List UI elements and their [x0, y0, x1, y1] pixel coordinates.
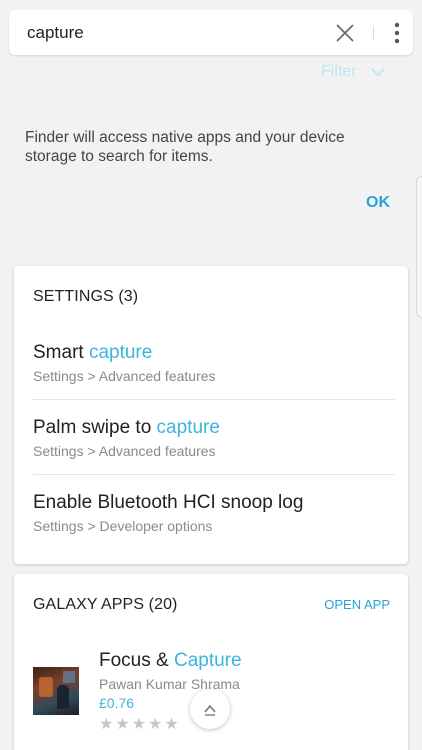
result-subtitle: Settings > Advanced features — [33, 443, 216, 459]
app-thumbnail[interactable] — [33, 667, 79, 715]
result-title: Smart capture — [33, 342, 395, 364]
edge-panel-handle[interactable] — [416, 176, 422, 318]
search-bar-divider — [373, 26, 374, 40]
scroll-to-top-button[interactable] — [190, 689, 230, 729]
result-divider — [33, 474, 395, 475]
result-subtitle: Settings > Developer options — [33, 518, 213, 534]
finder-search-page: capture Filter Finder will access native… — [0, 0, 422, 750]
result-title-text: Enable Bluetooth HCI snoop log — [33, 492, 304, 513]
permission-notice: Finder will access native apps and your … — [25, 129, 345, 165]
filter-button[interactable]: Filter — [321, 63, 357, 81]
app-name-match: Capture — [173, 650, 242, 671]
more-vert-icon[interactable] — [385, 20, 409, 46]
result-subtitle: Settings > Advanced features — [33, 368, 216, 384]
chevron-up-icon — [204, 704, 216, 716]
result-title-match: capture — [88, 342, 153, 363]
close-icon[interactable] — [333, 21, 357, 45]
result-title: Enable Bluetooth HCI snoop log — [33, 492, 395, 514]
result-title: Palm swipe to capture — [33, 417, 395, 439]
ok-button[interactable]: OK — [366, 194, 390, 212]
result-bluetooth-hci[interactable]: Enable Bluetooth HCI snoop log Settings … — [33, 492, 395, 534]
search-bar: capture — [9, 10, 413, 55]
app-thumbnail-window — [63, 671, 75, 683]
app-developer: Pawan Kumar Shrama — [99, 676, 240, 692]
settings-results-card: SETTINGS (3) Smart capture Settings > Ad… — [14, 266, 408, 564]
search-input[interactable]: capture — [27, 23, 84, 43]
app-name-text: Focus & — [99, 650, 174, 671]
open-app-button[interactable]: OPEN APP — [324, 597, 390, 612]
app-price: £0.76 — [99, 695, 135, 711]
app-thumbnail-figure — [57, 685, 69, 709]
result-title-text: Palm swipe to — [33, 417, 157, 438]
result-divider — [33, 399, 395, 400]
app-thumbnail-light — [39, 677, 53, 697]
result-title-text: Smart — [33, 342, 89, 363]
app-name[interactable]: Focus & Capture — [99, 650, 242, 672]
chevron-down-icon[interactable] — [370, 66, 386, 78]
result-smart-capture[interactable]: Smart capture Settings > Advanced featur… — [33, 342, 395, 384]
galaxy-apps-card-header: GALAXY APPS (20) — [33, 596, 178, 613]
result-palm-swipe[interactable]: Palm swipe to capture Settings > Advance… — [33, 417, 395, 459]
settings-card-header: SETTINGS (3) — [33, 288, 139, 305]
app-rating-stars: ★★★★★ — [99, 716, 181, 733]
result-title-match: capture — [156, 417, 220, 438]
